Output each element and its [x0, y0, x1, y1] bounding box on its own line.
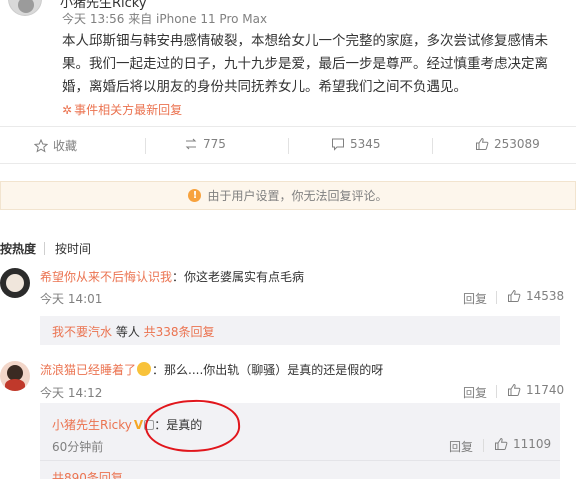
sub-reply-box: 小猪先生Ricky V ：是真的 60分钟前 回复 11109 共890条回复: [40, 403, 560, 479]
thumbs-up-icon: [508, 383, 521, 396]
event-link-label: 事件相关方最新回复: [74, 103, 183, 117]
comment-text-row: 希望你从来不后悔认识我：你这老婆属实有点毛病: [40, 268, 304, 285]
thumbs-up-icon: [495, 437, 508, 450]
comment-icon: [332, 138, 344, 151]
warning-icon: !: [188, 189, 202, 202]
divider: [0, 126, 576, 127]
reply-summary[interactable]: 我不要汽水 等人 共338条回复: [40, 316, 560, 345]
reply-button[interactable]: 回复: [463, 290, 487, 307]
sub-reply-button[interactable]: 回复: [449, 438, 473, 455]
action-separator: [288, 138, 289, 154]
verified-badge: V: [133, 418, 144, 432]
comment-like-button[interactable]: 11740: [507, 383, 564, 397]
reply-summary-mid: 等人: [112, 325, 144, 339]
comment-text: ：那么....你出轨（聊骚）是真的还是假的呀: [152, 363, 384, 377]
repost-count: 775: [203, 137, 226, 151]
reply-summary-name[interactable]: 我不要汽水: [52, 325, 112, 339]
thumbs-up-icon: [508, 289, 521, 302]
divider: [40, 460, 560, 461]
tab-sort-hot[interactable]: 按热度: [0, 240, 36, 257]
post-meta: 今天 13:56 来自 iPhone 11 Pro Max: [62, 12, 268, 26]
commenter-avatar[interactable]: [0, 268, 30, 298]
sub-reply-like-count: 11109: [513, 437, 552, 451]
like-count: 253089: [494, 137, 540, 151]
reply-disabled-notice: ! 由于用户设置，你无法回复评论。: [0, 181, 576, 210]
comment-button[interactable]: 5345: [331, 137, 381, 151]
event-link[interactable]: ✲ 事件相关方最新回复: [62, 101, 182, 118]
author-avatar[interactable]: [8, 0, 42, 16]
comment-time: 今天 14:01: [40, 292, 103, 306]
reply-summary-text: 我不要汽水 等人 共338条回复: [52, 323, 215, 340]
repost-button[interactable]: 775: [184, 137, 226, 151]
action-separator: [496, 385, 497, 398]
action-separator: [483, 439, 484, 452]
comment-like-button[interactable]: 14538: [507, 289, 564, 303]
tab-separator: [44, 242, 45, 255]
commenter-name[interactable]: 希望你从来不后悔认识我: [40, 270, 172, 284]
like-button[interactable]: 253089: [475, 137, 540, 151]
repost-icon: [185, 138, 197, 150]
commenter-avatar[interactable]: [0, 361, 30, 391]
comment-like-count: 14538: [526, 289, 565, 303]
emoji-icon: [137, 362, 152, 376]
notice-text: 由于用户设置，你无法回复评论。: [207, 189, 388, 203]
comment-text: ：你这老婆属实有点毛病: [172, 270, 305, 284]
commenter-name[interactable]: 流浪猫已经睡着了: [40, 363, 136, 377]
action-separator: [145, 138, 146, 154]
star-icon: [34, 138, 48, 153]
sub-reply-time: 60分钟前: [52, 440, 104, 454]
reply-summary-count[interactable]: 共338条回复: [144, 325, 215, 339]
divider: [0, 163, 576, 164]
action-separator: [432, 138, 433, 154]
reply-button[interactable]: 回复: [463, 384, 487, 401]
sub-reply-like-button[interactable]: 11109: [494, 437, 551, 451]
comment-count: 5345: [350, 137, 381, 151]
reply-summary-count[interactable]: 共890条回复: [52, 469, 123, 479]
collect-button[interactable]: 收藏: [34, 137, 77, 154]
comment-like-count: 11740: [526, 383, 565, 397]
comment-text-row: 流浪猫已经睡着了 ：那么....你出轨（聊骚）是真的还是假的呀: [40, 361, 383, 378]
action-separator: [496, 291, 497, 304]
sub-reply-name[interactable]: 小猪先生Ricky: [52, 418, 132, 432]
comment-time: 今天 14:12: [40, 386, 103, 400]
thumbs-up-icon: [476, 137, 489, 150]
post-text: 本人邱斯钿与韩安冉感情破裂，本想给女儿一个完整的家庭，多次尝试修复感情未果。我们…: [62, 33, 548, 95]
sparkle-icon: ✲: [62, 103, 73, 117]
collect-label: 收藏: [53, 139, 78, 153]
tab-sort-time[interactable]: 按时间: [55, 240, 91, 257]
